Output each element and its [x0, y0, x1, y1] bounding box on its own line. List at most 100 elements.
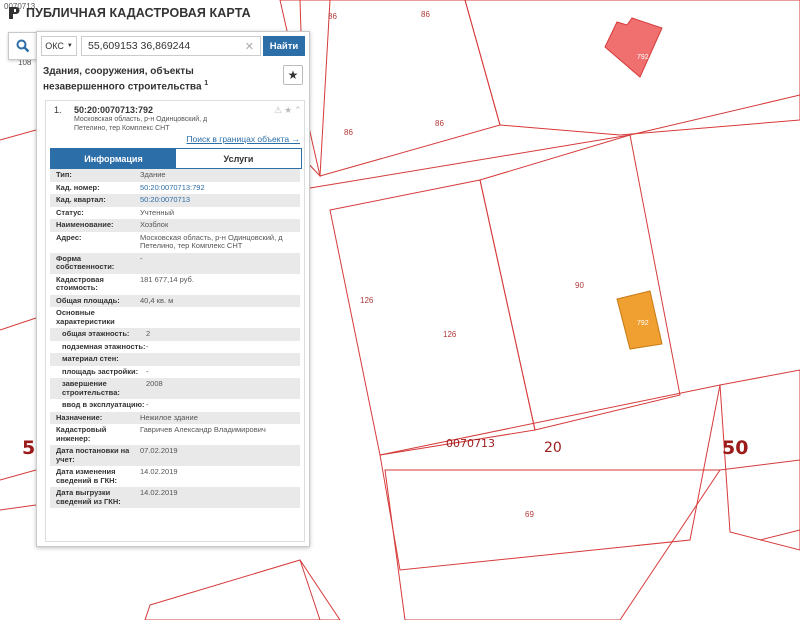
boundary-left-2 [0, 469, 37, 481]
prop-row: общая этажность: 2 [50, 328, 300, 341]
prop-row: площадь застройки: - [50, 366, 300, 379]
prop-value: 14.02.2019 [140, 488, 178, 497]
prop-key: Форма собственности: [56, 253, 115, 271]
prop-row: материал стен: [50, 353, 300, 366]
tab-information[interactable]: Информация [51, 149, 176, 168]
boundary-left-1 [0, 317, 37, 331]
prop-value: 40,4 кв. м [140, 295, 174, 305]
district-label: 50 [722, 437, 749, 459]
prop-value: 2008 [146, 379, 163, 388]
prop-value: 181 677,14 руб. [140, 274, 194, 284]
prop-row: подземная этажность: - [50, 341, 300, 354]
prop-key: Тип: [56, 170, 72, 179]
prop-key: Общая площадь: [56, 295, 120, 305]
object-type-value: ОКС [45, 41, 64, 51]
prop-key: Кадастровая стоимость: [56, 274, 104, 292]
search-toggle-button[interactable] [8, 32, 38, 60]
boundary-right-2 [719, 459, 800, 471]
prop-key: Основные характеристики [56, 308, 115, 326]
map-label: 90 [575, 281, 584, 290]
boundary-left-4 [0, 129, 37, 141]
prop-row: Общая площадь: 40,4 кв. м [50, 294, 300, 307]
prop-value: Учтенный [140, 207, 175, 217]
star-icon[interactable]: ★ [284, 105, 292, 116]
quarter-number: 20 [544, 440, 562, 456]
prop-value [140, 307, 300, 328]
prop-row: Дата изменения сведений в ГКН: 14.02.2019 [50, 466, 300, 487]
prop-row: Статус: Учтенный [50, 207, 300, 220]
section-count: 1 [204, 80, 209, 87]
prop-value [146, 353, 300, 366]
parcel-69 [384, 469, 721, 620]
map-label: 69 [525, 510, 534, 519]
prop-key: площадь застройки: [62, 366, 139, 376]
prop-value: Московская область, р-н Одинцовский, д П… [140, 232, 283, 250]
tab-services[interactable]: Услуги [176, 149, 301, 168]
prop-key: Дата изменения сведений в ГКН: [56, 467, 118, 485]
prop-value: - [146, 366, 149, 376]
prop-key: Адрес: [56, 232, 82, 242]
parcel-20 [379, 384, 721, 571]
cad-number-link[interactable]: 50:20:0070713:792 [140, 182, 300, 195]
section-title-text: Здания, сооружения, объекты незавершенно… [43, 66, 202, 93]
prop-key: материал стен: [62, 354, 119, 363]
chevron-up-icon[interactable]: ⌃ [294, 105, 302, 116]
result-card: 1. 50:20:0070713:792 Московская область,… [45, 100, 305, 542]
clear-icon[interactable]: ✕ [245, 40, 254, 53]
prop-row: Основные характеристики [50, 307, 300, 328]
prop-key: Дата постановки на учет: [56, 446, 130, 464]
prop-row: ввод в эксплуатацию: - [50, 399, 300, 412]
search-input[interactable]: 55,609153 36,869244 ✕ [81, 36, 261, 56]
prop-value: 14.02.2019 [140, 467, 178, 476]
result-address: Московская область, р-н Одинцовский, д П… [74, 116, 208, 132]
prop-value: Здание [140, 170, 166, 179]
boundary-right [629, 94, 800, 136]
parcel-bottom-left [144, 559, 341, 620]
prop-row: завершение строительства: 2008 [50, 378, 300, 399]
prop-key: ввод в эксплуатацию: [62, 400, 145, 409]
pkk-logo-icon [9, 7, 20, 19]
star-icon: ★ [287, 68, 299, 82]
prop-row: Тип: Здание [50, 169, 300, 182]
parcel-126 [329, 179, 536, 456]
prop-key: подземная этажность: [62, 341, 146, 351]
prop-row: Наименование: Хозблок [50, 219, 300, 232]
prop-row: Кад. номер: 50:20:0070713:792 [50, 182, 300, 195]
prop-key: Статус: [56, 207, 84, 217]
boundary-left-3 [0, 504, 37, 511]
map-label: 792 [637, 320, 649, 327]
result-section-title: Здания, сооружения, объекты незавершенно… [43, 66, 263, 93]
search-panel: ОКС ▼ 55,609153 36,869244 ✕ Найти Здания… [36, 31, 310, 547]
prop-key: завершение строительства: [62, 379, 120, 397]
result-cad-number[interactable]: 50:20:0070713:792 [74, 105, 153, 115]
map-label: 86 [328, 12, 337, 21]
search-query: 55,609153 36,869244 [88, 40, 191, 52]
prop-row: Кадастровый инженер: Гавричев Александр В… [50, 424, 300, 445]
chevron-down-icon: ▼ [66, 43, 73, 49]
favorites-button[interactable]: ★ [283, 65, 303, 85]
app-title: ПУБЛИЧНАЯ КАДАСТРОВАЯ КАРТА [26, 6, 251, 20]
map-label: 86 [435, 119, 444, 128]
object-type-select[interactable]: ОКС ▼ [41, 36, 77, 56]
prop-value: - [146, 400, 149, 409]
quarter-label: 0070713 [446, 437, 495, 450]
building-792-top [604, 17, 663, 78]
map-label: 86 [421, 10, 430, 19]
map-label: 126 [443, 330, 457, 339]
prop-key: Кадастровый инженер: [56, 425, 107, 443]
map-label: 792 [637, 54, 649, 61]
prop-value: 2 [146, 329, 151, 338]
prop-key: Назначение: [56, 412, 103, 422]
prop-row: Форма собственности: - [50, 252, 300, 274]
search-bar: ОКС ▼ 55,609153 36,869244 ✕ Найти [41, 36, 305, 56]
result-index: 1. [54, 105, 62, 115]
find-button[interactable]: Найти [263, 36, 305, 56]
prop-key: Дата выгрузки сведений из ГКН: [56, 488, 121, 506]
prop-row: Дата постановки на учет: 07.02.2019 [50, 445, 300, 466]
warning-icon[interactable]: ⚠ [274, 105, 282, 116]
search-in-bounds-link[interactable]: Поиск в границах объекта → [186, 134, 300, 144]
cad-quarter-link[interactable]: 50:20:0070713 [140, 194, 300, 207]
prop-key: общая этажность: [62, 329, 130, 338]
map-label: 126 [360, 296, 374, 305]
prop-value: Гавричев Александр Владимирович [140, 425, 266, 434]
